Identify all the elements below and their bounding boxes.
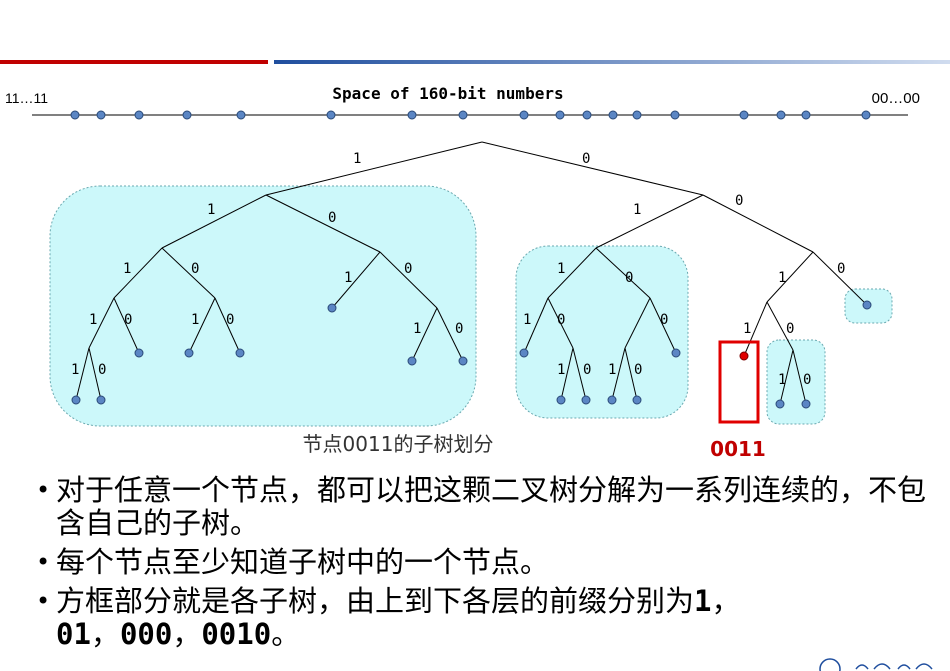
leaf-node: [632, 395, 642, 405]
bullet-item: 每个节点至少知道子树中的一个节点。: [36, 545, 936, 580]
edge-label: 1: [191, 312, 199, 328]
leaf-node: [327, 303, 337, 313]
edge-label: 0: [786, 321, 794, 337]
id-dot: [70, 110, 80, 120]
separator: ，: [711, 584, 741, 618]
edge-label: 1: [71, 362, 79, 378]
prefix-value: 01: [56, 617, 91, 651]
edge-label: 0: [226, 312, 234, 328]
subtree-box-prefix-1: [49, 185, 477, 427]
leaf-node: [458, 356, 468, 366]
edge-label: 0: [582, 151, 590, 167]
edge-label: 0: [98, 362, 106, 378]
id-dot: [519, 110, 529, 120]
separator: ，: [90, 617, 120, 651]
subtree-box-prefix-0010: [766, 339, 826, 425]
prefix-value: 000: [119, 617, 173, 651]
prefix-value: 0010: [201, 617, 272, 651]
edge-label: 1: [557, 261, 565, 277]
id-dot: [801, 110, 811, 120]
edge-label: 1: [778, 372, 786, 388]
edge-label: 1: [413, 321, 421, 337]
separator: ，: [172, 617, 202, 651]
diagram-caption: 节点0011的子树划分: [303, 432, 494, 456]
space-title: Space of 160-bit numbers: [332, 84, 563, 103]
edge-label: 1: [633, 202, 641, 218]
leaf-node: [671, 348, 681, 358]
id-dot: [861, 110, 871, 120]
id-dot: [670, 110, 680, 120]
id-dot: [582, 110, 592, 120]
leaf-node: [235, 348, 245, 358]
edge-label: 0: [803, 372, 811, 388]
leaf-node: [96, 395, 106, 405]
id-dot: [739, 110, 749, 120]
edge-label: 0: [191, 261, 199, 277]
id-dot: [458, 110, 468, 120]
bullet-text: 对于任意一个节点，都可以把这颗二叉树分解为一系列连续的，不包含自己的子树。: [56, 473, 927, 540]
leaf-node: [71, 395, 81, 405]
id-dot: [608, 110, 618, 120]
edge-label: 1: [523, 312, 531, 328]
edge-label: 0: [455, 321, 463, 337]
id-dot: [555, 110, 565, 120]
id-dot: [134, 110, 144, 120]
bullet-text: 方框部分就是各子树，由上到下各层的前缀分别为: [56, 584, 695, 618]
id-dot: [407, 110, 417, 120]
bullet-item: 方框部分就是各子树，由上到下各层的前缀分别为1，01，000，0010。: [36, 585, 936, 651]
leaf-node: [134, 348, 144, 358]
leaf-node: [607, 395, 617, 405]
id-dot: [632, 110, 642, 120]
edge-label: 0: [583, 362, 591, 378]
highlight-node-0011: [739, 351, 749, 361]
left-end-label: 11…11: [5, 90, 48, 106]
leaf-node: [519, 348, 529, 358]
bullet-text: 每个节点至少知道子树中的一个节点。: [56, 545, 550, 579]
leaf-node: [184, 348, 194, 358]
bullet-text-end: 。: [271, 617, 301, 651]
leaf-node: [775, 399, 785, 409]
subtree-box-prefix-01: [515, 245, 689, 419]
edge-label: 1: [743, 321, 751, 337]
edge-label: 0: [660, 312, 668, 328]
highlight-label: 0011: [710, 437, 766, 461]
leaf-node: [556, 395, 566, 405]
leaf-node: [581, 395, 591, 405]
edge-label: 0: [625, 270, 633, 286]
edge-label: 1: [608, 362, 616, 378]
bullet-list: 对于任意一个节点，都可以把这颗二叉树分解为一系列连续的，不包含自己的子树。 每个…: [36, 474, 936, 657]
leaf-node: [862, 300, 872, 310]
id-dot: [236, 110, 246, 120]
id-dot: [96, 110, 106, 120]
university-logo-icon: [819, 658, 933, 671]
leaf-node: [801, 399, 811, 409]
edge-label: 0: [404, 261, 412, 277]
bullet-item: 对于任意一个节点，都可以把这颗二叉树分解为一系列连续的，不包含自己的子树。: [36, 474, 936, 540]
edge-label: 0: [124, 312, 132, 328]
highlight-box-0011: [718, 340, 760, 424]
edge-label: 1: [344, 270, 352, 286]
right-end-label: 00…00: [872, 90, 920, 107]
edge-label: 0: [837, 261, 845, 277]
edge-label: 1: [89, 312, 97, 328]
id-dot: [776, 110, 786, 120]
edge-label: 1: [207, 202, 215, 218]
id-dot: [182, 110, 192, 120]
edge-label: 1: [353, 151, 361, 167]
edge-label: 1: [778, 270, 786, 286]
edge-label: 0: [735, 193, 743, 209]
edge-label: 0: [634, 362, 642, 378]
edge-label: 0: [328, 210, 336, 226]
edge-label: 0: [557, 312, 565, 328]
edge-label: 1: [123, 261, 131, 277]
leaf-node: [407, 356, 417, 366]
prefix-value: 1: [694, 584, 712, 618]
id-dot: [326, 110, 336, 120]
edge-label: 1: [557, 362, 565, 378]
